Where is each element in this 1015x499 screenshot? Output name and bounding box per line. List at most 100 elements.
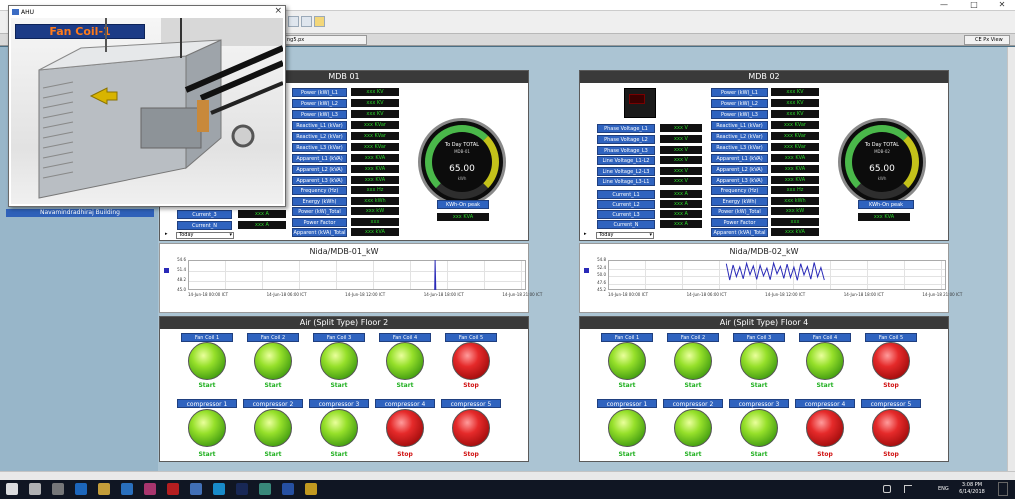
opera-icon[interactable] <box>167 483 179 495</box>
task-view-icon[interactable] <box>52 483 64 495</box>
field-label: Power (kW)_Total <box>711 207 768 216</box>
status-lamp[interactable] <box>674 342 712 380</box>
status-lamp[interactable] <box>320 409 358 447</box>
field-label: Line Voltage_L3-L1 <box>597 177 655 186</box>
status-lamp[interactable] <box>872 342 910 380</box>
mdb02-date-select[interactable]: Today <box>596 232 654 239</box>
floor2-compressor-label[interactable]: compressor 3 <box>309 399 369 408</box>
status-lamp[interactable] <box>386 409 424 447</box>
status-text: Start <box>684 382 702 389</box>
floor4-compressor-label[interactable]: compressor 2 <box>663 399 723 408</box>
mdb01-date-select[interactable]: Today <box>176 232 234 239</box>
app2-icon[interactable] <box>259 483 271 495</box>
popup-close-button[interactable]: × <box>274 6 282 16</box>
field-label: Apparent_L2 (kVA) <box>292 165 347 174</box>
edge-icon[interactable] <box>75 483 87 495</box>
floor4-compressor-label[interactable]: compressor 1 <box>597 399 657 408</box>
kwh-peak-label: KWh-On peak <box>858 200 914 209</box>
tab-active[interactable]: ng5.px <box>282 35 367 45</box>
vertical-scrollbar[interactable] <box>1007 47 1015 471</box>
y-tick-label: 45.2 <box>597 287 606 292</box>
horizontal-scrollbar[interactable] <box>0 471 1015 480</box>
field-value: xxx V <box>660 146 702 154</box>
status-lamp[interactable] <box>806 409 844 447</box>
status-lamp[interactable] <box>608 409 646 447</box>
store-icon[interactable] <box>121 483 133 495</box>
status-lamp[interactable] <box>452 342 490 380</box>
field-value: xxx kWh <box>351 196 399 205</box>
floor2-compressor-label[interactable]: compressor 4 <box>375 399 435 408</box>
search-icon[interactable] <box>29 483 41 495</box>
floor4-fan-coil-label[interactable]: Fan Coil 3 <box>733 333 785 342</box>
floor2-fan-coil-label[interactable]: Fan Coil 5 <box>445 333 497 342</box>
chart-title: Nida/MDB-02_kW <box>729 247 799 256</box>
popup-title: AHU <box>21 9 35 16</box>
status-lamp[interactable] <box>386 342 424 380</box>
status-lamp[interactable] <box>674 409 712 447</box>
status-lamp[interactable] <box>740 342 778 380</box>
status-lamp[interactable] <box>872 409 910 447</box>
tray-icon[interactable] <box>883 485 891 493</box>
floor2-compressor-label[interactable]: compressor 2 <box>243 399 303 408</box>
chrome-icon[interactable] <box>305 483 317 495</box>
taskbar-clock[interactable]: 3:08 PM 6/14/2018 <box>953 482 991 496</box>
status-lamp[interactable] <box>608 342 646 380</box>
meter-device-icon <box>624 88 656 118</box>
floor4-compressor-label[interactable]: compressor 5 <box>861 399 921 408</box>
close-button[interactable]: ✕ <box>988 0 1015 11</box>
status-lamp[interactable] <box>320 342 358 380</box>
field-label: Reactive_L3 (kVar) <box>292 143 347 152</box>
minimize-button[interactable]: — <box>930 0 958 11</box>
floor4-fan-coil-label[interactable]: Fan Coil 1 <box>601 333 653 342</box>
toolbar-button[interactable] <box>288 16 299 27</box>
skype-icon[interactable] <box>213 483 225 495</box>
field-value: xxx kW <box>771 207 819 215</box>
floor2-fan-coil-label[interactable]: Fan Coil 1 <box>181 333 233 342</box>
field-label: Current_N <box>177 221 232 230</box>
status-lamp[interactable] <box>452 409 490 447</box>
status-lamp[interactable] <box>188 409 226 447</box>
floor2-compressor-label[interactable]: compressor 5 <box>441 399 501 408</box>
floor4-fan-coil-label[interactable]: Fan Coil 5 <box>865 333 917 342</box>
field-value: xxx A <box>660 190 702 198</box>
mail-icon[interactable] <box>190 483 202 495</box>
gauge-value: 65.00 <box>869 164 895 174</box>
tray-icon[interactable] <box>904 485 912 493</box>
status-lamp[interactable] <box>254 409 292 447</box>
status-lamp[interactable] <box>740 409 778 447</box>
floor4-fan-coil-label[interactable]: Fan Coil 2 <box>667 333 719 342</box>
status-text: Start <box>396 382 414 389</box>
floor2-compressor-label[interactable]: compressor 1 <box>177 399 237 408</box>
field-value: xxx Hz <box>351 186 399 194</box>
windows-icon[interactable] <box>6 483 18 495</box>
language-indicator[interactable]: ENG <box>938 486 949 492</box>
tab-px-view[interactable]: CE Px View <box>964 35 1010 45</box>
floor2-fan-coil-label[interactable]: Fan Coil 4 <box>379 333 431 342</box>
floor4-fan-coil-label[interactable]: Fan Coil 4 <box>799 333 851 342</box>
field-value: xxx KVar <box>771 121 819 129</box>
ahu-popup-window[interactable]: AHU × Fan Coil-1 <box>8 5 286 207</box>
toolbar-button[interactable] <box>301 16 312 27</box>
floor2-fan-coil-label[interactable]: Fan Coil 3 <box>313 333 365 342</box>
field-label: Apparent_L3 (kVA) <box>292 176 347 185</box>
folder-icon[interactable] <box>314 16 325 27</box>
field-value: xxx kVA <box>771 228 819 236</box>
notification-icon[interactable] <box>998 482 1008 496</box>
expand-icon[interactable]: ▸ <box>165 231 168 237</box>
status-lamp[interactable] <box>254 342 292 380</box>
building-label[interactable]: Navamindradhiraj Building <box>6 209 154 217</box>
word-icon[interactable] <box>282 483 294 495</box>
photoshop-icon[interactable] <box>236 483 248 495</box>
maximize-button[interactable]: □ <box>960 0 988 11</box>
floor2-fan-coil-label[interactable]: Fan Coil 2 <box>247 333 299 342</box>
mdb02-trend-chart: Nida/MDB-02_kW 54.8 52.4 50.0 47.6 45.2 14-Ju… <box>579 243 962 313</box>
app-icon[interactable] <box>144 483 156 495</box>
y-tick-label: 48.2 <box>177 277 186 282</box>
series-svg <box>725 261 825 281</box>
floor4-compressor-label[interactable]: compressor 3 <box>729 399 789 408</box>
explorer-icon[interactable] <box>98 483 110 495</box>
expand-icon[interactable]: ▸ <box>584 231 587 237</box>
status-lamp[interactable] <box>188 342 226 380</box>
status-lamp[interactable] <box>806 342 844 380</box>
floor4-compressor-label[interactable]: compressor 4 <box>795 399 855 408</box>
